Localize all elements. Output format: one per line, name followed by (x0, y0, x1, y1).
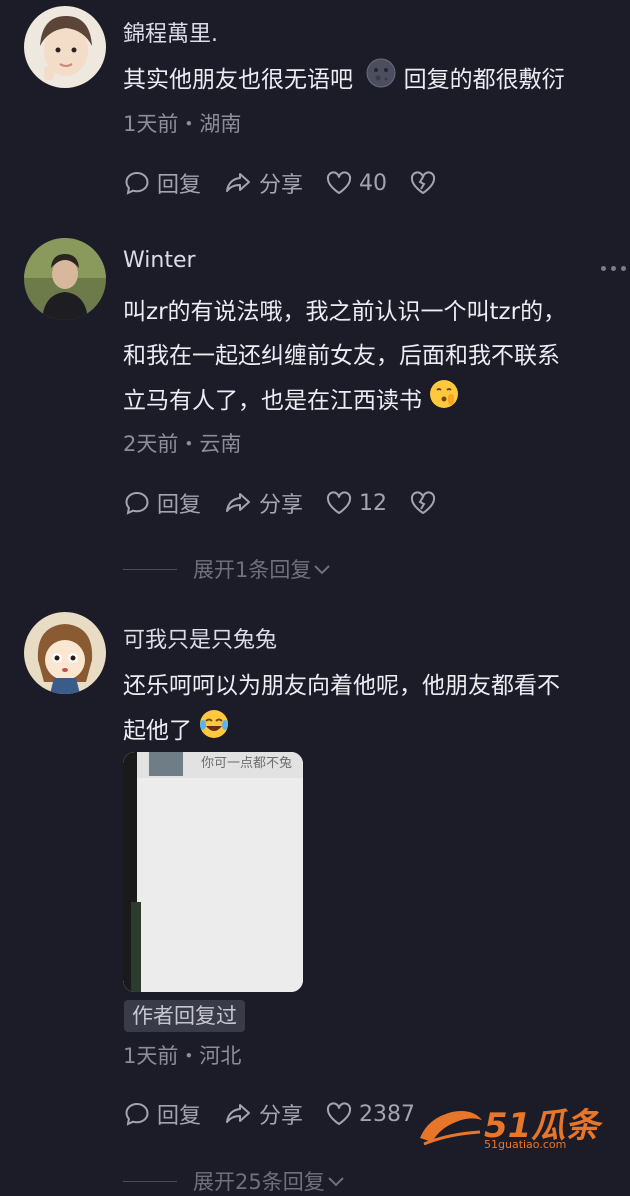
moon-face-emoji (366, 58, 396, 103)
shushing-face-emoji (428, 378, 460, 425)
comment-text: 叫zr的有说法哦，我之前认识一个叫tzr的， 和我在一起还纠缠前女友，后面和我不… (123, 290, 623, 425)
dislike-button[interactable] (409, 169, 443, 197)
image-caption: 你可一点都不兔 (201, 756, 293, 771)
reply-button[interactable]: 回复 (123, 487, 201, 519)
broken-heart-icon (411, 491, 436, 514)
share-button[interactable]: 分享 (223, 1098, 303, 1130)
share-icon (226, 173, 251, 192)
share-button[interactable]: 分享 (223, 487, 303, 519)
like-button[interactable]: 40 (325, 169, 387, 197)
author-replied-badge: 作者回复过 (124, 1000, 245, 1032)
reply-button[interactable]: 回复 (123, 1098, 201, 1130)
comment-text: 还乐呵呵以为朋友向着他呢，他朋友都看不 起他了 (123, 664, 623, 755)
watermark-url: 51guatiao.com (484, 1138, 567, 1151)
action-bar: 回复 分享 12 (123, 487, 465, 519)
comment-meta: 1天前・河北 (123, 1044, 242, 1068)
comment-icon (125, 171, 149, 195)
dislike-button[interactable] (409, 489, 443, 517)
username[interactable]: 可我只是只兔兔 (123, 622, 277, 654)
share-icon (226, 493, 251, 512)
share-button[interactable]: 分享 (223, 167, 303, 199)
action-bar: 回复 分享 40 (123, 167, 465, 199)
like-button[interactable]: 12 (325, 489, 387, 517)
comment-text: 其实他朋友也很无语吧 回复的都很敷衍 (123, 58, 623, 103)
avatar[interactable] (24, 612, 106, 694)
heart-icon (327, 1102, 352, 1125)
share-icon (226, 1104, 251, 1123)
username[interactable]: Winter (123, 248, 196, 273)
chevron-down-icon (314, 565, 331, 575)
more-options-icon[interactable] (601, 266, 626, 271)
comment-icon (125, 491, 149, 515)
expand-replies-button[interactable]: 展开1条回复 (123, 554, 333, 584)
attached-image[interactable]: 你可一点都不兔 (123, 752, 303, 992)
comment-meta: 1天前・湖南 (123, 112, 242, 136)
like-button[interactable]: 2387 (325, 1100, 415, 1128)
comment-icon (125, 1102, 149, 1126)
reply-button[interactable]: 回复 (123, 167, 201, 199)
avatar[interactable] (24, 6, 106, 88)
action-bar: 回复 分享 2387 (123, 1098, 437, 1130)
comment-meta: 2天前・云南 (123, 432, 242, 456)
broken-heart-icon (411, 171, 436, 194)
heart-icon (327, 171, 352, 194)
divider (123, 568, 177, 570)
laughing-crying-emoji (198, 708, 230, 755)
username[interactable]: 錦程萬里. (123, 16, 218, 48)
avatar[interactable] (24, 238, 106, 320)
divider (123, 1180, 177, 1182)
heart-icon (327, 491, 352, 514)
watermark-logo: 51瓜条 51guatiao.com (418, 1098, 618, 1154)
chevron-down-icon (328, 1177, 344, 1187)
